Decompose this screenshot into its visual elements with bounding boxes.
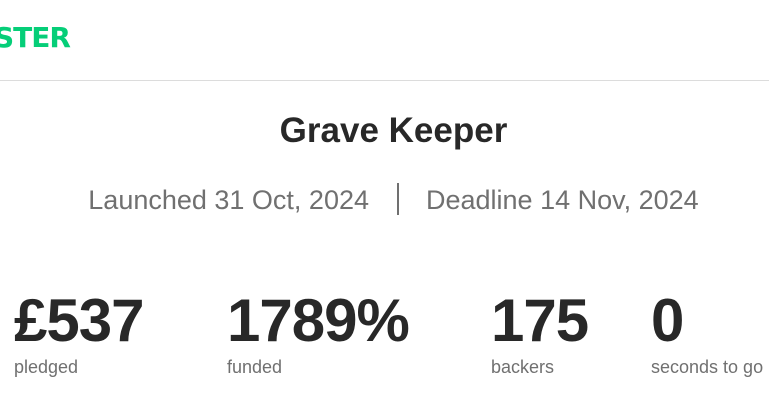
kickstarter-logo[interactable]: STER — [0, 22, 71, 54]
project-dates: Launched 31 Oct, 2024 Deadline 14 Nov, 20… — [0, 182, 769, 218]
launched-date: Launched 31 Oct, 2024 — [88, 185, 369, 215]
date-divider — [397, 183, 399, 215]
pledged-amount: £537 — [14, 287, 144, 354]
funded-label: funded — [227, 357, 283, 377]
time-left-label: seconds to go — [651, 357, 764, 377]
project-title: Grave Keeper — [279, 111, 508, 150]
stat-time-left: 0 seconds to go — [651, 286, 763, 378]
backers-count: 175 — [491, 287, 589, 354]
stat-funded: 1789% funded — [227, 286, 410, 378]
project-page: STER Grave Keeper Launched 31 Oct, 2024 D… — [0, 0, 769, 402]
funded-percent: 1789% — [227, 287, 410, 354]
site-header: STER — [0, 0, 769, 81]
stat-pledged: £537 pledged — [14, 286, 144, 378]
pledged-label: pledged — [14, 357, 79, 377]
stat-backers: 175 backers — [491, 286, 589, 378]
time-left-value: 0 — [651, 287, 684, 354]
deadline-date: Deadline 14 Nov, 2024 — [426, 185, 699, 215]
backers-label: backers — [491, 357, 555, 377]
